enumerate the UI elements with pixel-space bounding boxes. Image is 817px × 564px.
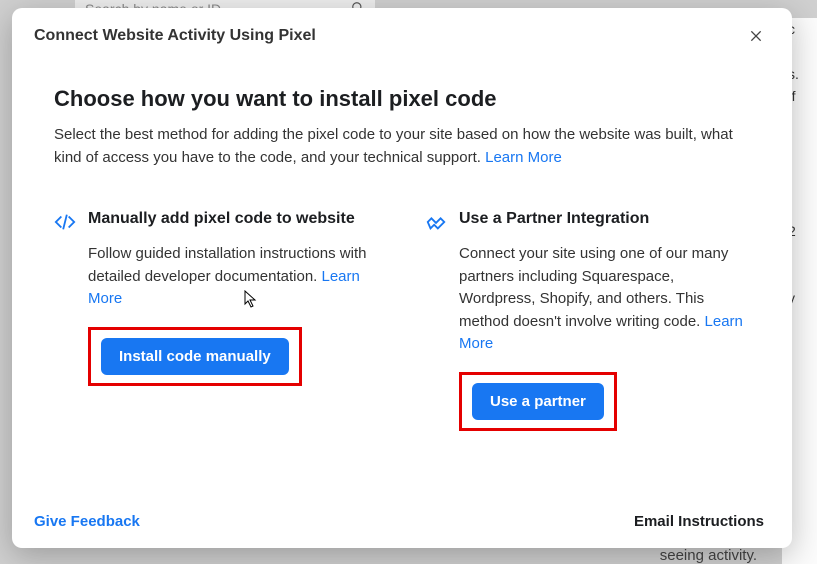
- install-options: Manually add pixel code to website Follo…: [54, 209, 750, 431]
- close-icon: [748, 28, 764, 44]
- option-manual: Manually add pixel code to website Follo…: [54, 209, 379, 431]
- option-manual-title: Manually add pixel code to website: [88, 209, 355, 230]
- modal-footer: Give Feedback Email Instructions: [12, 499, 792, 548]
- option-partner: Use a Partner Integration Connect your s…: [425, 209, 750, 431]
- background-text: seeing activity.: [660, 547, 757, 564]
- modal-body: Choose how you want to install pixel cod…: [12, 56, 792, 499]
- use-partner-button[interactable]: Use a partner: [472, 383, 604, 420]
- email-instructions-button[interactable]: Email Instructions: [634, 513, 764, 530]
- option-partner-desc-text: Connect your site using one of our many …: [459, 245, 728, 330]
- learn-more-link-main[interactable]: Learn More: [485, 149, 562, 166]
- option-manual-desc: Follow guided installation instructions …: [88, 243, 379, 311]
- option-partner-title: Use a Partner Integration: [459, 209, 649, 230]
- install-manually-button[interactable]: Install code manually: [101, 338, 289, 375]
- page-heading: Choose how you want to install pixel cod…: [54, 86, 750, 112]
- option-partner-desc: Connect your site using one of our many …: [459, 243, 750, 356]
- modal-title: Connect Website Activity Using Pixel: [34, 27, 316, 45]
- option-manual-header: Manually add pixel code to website: [54, 209, 379, 233]
- option-partner-header: Use a Partner Integration: [425, 209, 750, 233]
- subtext-text: Select the best method for adding the pi…: [54, 126, 733, 166]
- handshake-icon: [425, 211, 447, 233]
- give-feedback-link[interactable]: Give Feedback: [34, 513, 140, 530]
- option-manual-highlight: Install code manually: [88, 327, 302, 386]
- modal-header: Connect Website Activity Using Pixel: [12, 8, 792, 56]
- option-partner-highlight: Use a partner: [459, 372, 617, 431]
- close-button[interactable]: [742, 22, 770, 50]
- page-subtext: Select the best method for adding the pi…: [54, 124, 750, 169]
- code-icon: [54, 211, 76, 233]
- install-pixel-modal: Connect Website Activity Using Pixel Cho…: [12, 8, 792, 548]
